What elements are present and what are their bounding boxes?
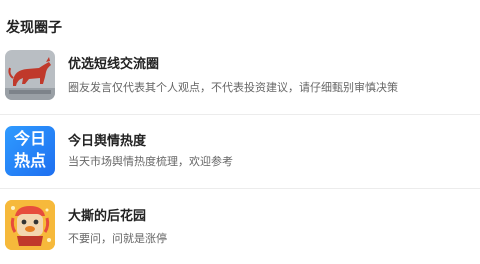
bull-statue-icon xyxy=(5,50,55,100)
circle-item-garden[interactable]: 大撕的后花园 不要问，问就是涨停 xyxy=(0,192,480,264)
circle-description: 不要问，问就是涨停 xyxy=(68,232,167,245)
divider xyxy=(0,188,480,189)
lion-dance-graphic xyxy=(5,200,55,250)
divider xyxy=(0,114,480,115)
lion-dance-icon xyxy=(5,200,55,250)
circle-item-sentiment[interactable]: 今日 热点 今日舆情热度 当天市场舆情热度梳理，欢迎参考 xyxy=(0,118,480,192)
circle-description: 圈友发言仅代表其个人观点，不代表投资建议，请仔细甄别审慎决策 xyxy=(68,81,398,94)
circle-item-short-term[interactable]: 优选短线交流圈 圈友发言仅代表其个人观点，不代表投资建议，请仔细甄别审慎决策 xyxy=(0,44,480,118)
section-title: 发现圈子 xyxy=(6,20,62,36)
hot-icon-text-top: 今日 xyxy=(13,129,46,148)
circle-name: 今日舆情热度 xyxy=(68,134,147,149)
hot-icon-text-bottom: 热点 xyxy=(13,151,46,170)
circle-name: 大撕的后花园 xyxy=(68,209,147,224)
circle-description: 当天市场舆情热度梳理，欢迎参考 xyxy=(68,155,233,168)
hot-topics-icon: 今日 热点 xyxy=(5,126,55,176)
bull-statue-graphic xyxy=(5,57,55,100)
circle-name: 优选短线交流圈 xyxy=(68,57,160,72)
